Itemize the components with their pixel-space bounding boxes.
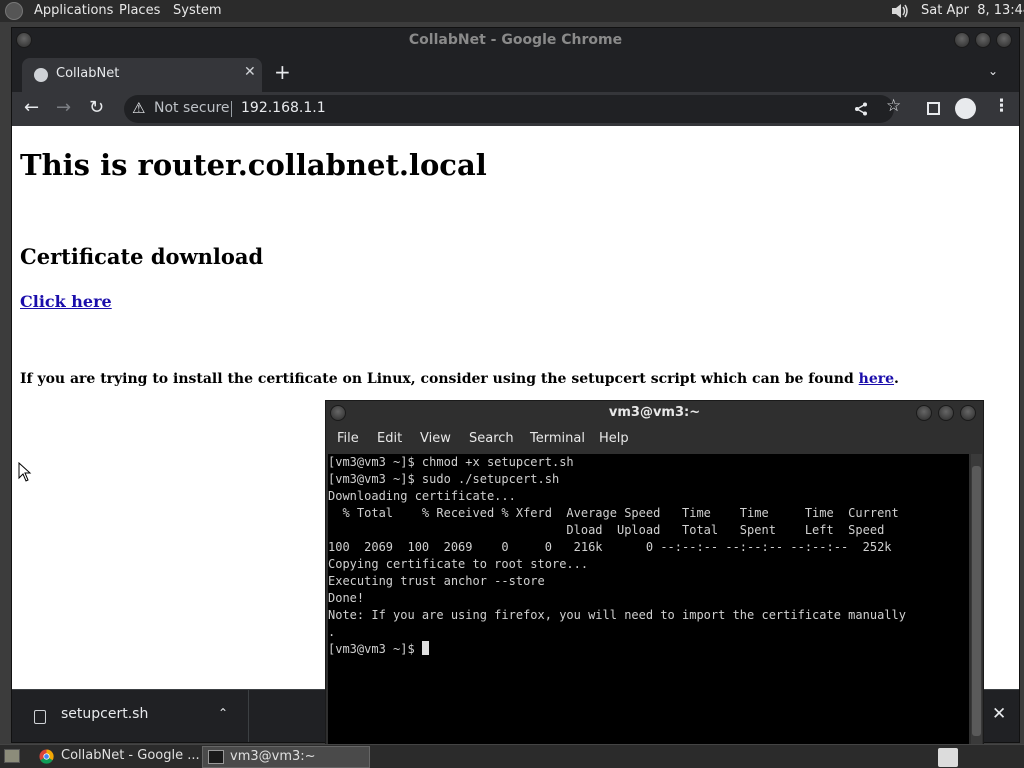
tab-close-icon[interactable]: ✕ <box>244 64 256 80</box>
download-filename: setupcert.sh <box>61 706 149 722</box>
back-icon[interactable]: ← <box>24 97 39 118</box>
section-heading: Certificate download <box>20 244 264 269</box>
taskbar-item-chrome[interactable]: CollabNet - Google ... <box>34 746 200 768</box>
terminal-minimize-button[interactable] <box>916 405 932 421</box>
minimize-button[interactable] <box>954 32 970 48</box>
places-menu[interactable]: Places <box>119 3 160 18</box>
terminal-body[interactable]: [vm3@vm3 ~]$ chmod +x setupcert.sh [vm3@… <box>328 454 969 745</box>
taskbar-chrome-label: CollabNet - Google ... <box>61 748 200 763</box>
clock[interactable]: Sat Apr 8, 13:44 <box>921 3 1024 18</box>
page-title: This is router.collabnet.local <box>20 148 487 182</box>
chrome-icon <box>39 749 54 764</box>
terminal-cursor <box>421 641 429 655</box>
certificate-download-link[interactable]: Click here <box>20 292 112 311</box>
system-menu[interactable]: System <box>173 3 221 18</box>
terminal-scrollbar[interactable] <box>971 454 982 745</box>
terminal-menu-file[interactable]: File <box>337 431 359 446</box>
tray-chrome-icon[interactable] <box>938 748 958 767</box>
download-item[interactable]: setupcert.sh ⌃ <box>12 690 249 742</box>
linux-note: If you are trying to install the certifi… <box>20 371 899 387</box>
terminal-menu-help[interactable]: Help <box>599 431 629 446</box>
terminal-menu-view[interactable]: View <box>420 431 451 446</box>
terminal-menu-edit[interactable]: Edit <box>377 431 402 446</box>
taskbar: CollabNet - Google ... vm3@vm3:~ <box>0 744 1024 768</box>
terminal-window: vm3@vm3:~ File Edit View Search Terminal… <box>325 400 984 746</box>
mouse-cursor-icon <box>18 462 32 482</box>
taskbar-item-terminal[interactable]: vm3@vm3:~ <box>202 746 370 768</box>
omnibox-divider <box>231 101 232 117</box>
tab-search-chevron-icon[interactable]: ⌄ <box>988 64 998 78</box>
window-menu-button[interactable] <box>16 32 32 48</box>
security-label: Not secure <box>154 100 230 116</box>
side-panel-icon[interactable] <box>927 102 940 115</box>
terminal-scroll-thumb[interactable] <box>972 466 981 736</box>
warning-icon[interactable]: ⚠ <box>132 99 145 117</box>
terminal-menu-terminal[interactable]: Terminal <box>530 431 585 446</box>
show-desktop-icon[interactable] <box>4 749 20 763</box>
tab-collabnet[interactable]: CollabNet ✕ <box>22 58 262 92</box>
terminal-maximize-button[interactable] <box>938 405 954 421</box>
terminal-icon <box>208 750 224 764</box>
address-bar[interactable]: ⚠ Not secure 192.168.1.1 <box>124 95 894 123</box>
linux-note-text: If you are trying to install the certifi… <box>20 371 859 387</box>
chevron-up-icon[interactable]: ⌃ <box>218 706 228 720</box>
bookmark-star-icon[interactable]: ☆ <box>886 96 901 116</box>
download-bar-close-icon[interactable]: ✕ <box>992 704 1006 724</box>
terminal-prompt: [vm3@vm3 ~]$ <box>328 642 422 656</box>
setupcert-link[interactable]: here <box>859 371 894 387</box>
volume-icon[interactable] <box>890 3 910 19</box>
terminal-title: vm3@vm3:~ <box>608 405 701 420</box>
terminal-menu-search[interactable]: Search <box>469 431 514 446</box>
file-icon <box>34 710 46 724</box>
gnome-foot-icon[interactable] <box>5 2 23 20</box>
terminal-output[interactable]: [vm3@vm3 ~]$ chmod +x setupcert.sh [vm3@… <box>328 454 906 658</box>
url-text[interactable]: 192.168.1.1 <box>241 100 326 116</box>
close-button[interactable] <box>996 32 1012 48</box>
new-tab-button[interactable]: + <box>274 60 291 84</box>
window-title: CollabNet - Google Chrome <box>408 32 623 48</box>
reload-icon[interactable]: ↻ <box>89 97 104 118</box>
applications-menu[interactable]: Applications <box>34 3 113 18</box>
linux-note-end: . <box>894 371 899 387</box>
browser-toolbar: ← → ↻ ⚠ Not secure 192.168.1.1 ☆ ⋮ <box>12 92 1019 126</box>
forward-icon[interactable]: → <box>56 97 71 118</box>
maximize-button[interactable] <box>975 32 991 48</box>
tab-title: CollabNet <box>56 66 120 81</box>
taskbar-terminal-label: vm3@vm3:~ <box>230 749 316 764</box>
terminal-close-button[interactable] <box>960 405 976 421</box>
top-panel: Applications Places System Sat Apr 8, 13… <box>0 0 1024 22</box>
share-icon[interactable] <box>854 102 868 116</box>
profile-avatar-icon[interactable] <box>955 98 976 119</box>
terminal-output-text: [vm3@vm3 ~]$ chmod +x setupcert.sh [vm3@… <box>328 455 906 639</box>
globe-icon <box>34 68 48 82</box>
terminal-menubar: File Edit View Search Terminal Help <box>326 427 983 453</box>
kebab-menu-icon[interactable]: ⋮ <box>993 96 1010 116</box>
